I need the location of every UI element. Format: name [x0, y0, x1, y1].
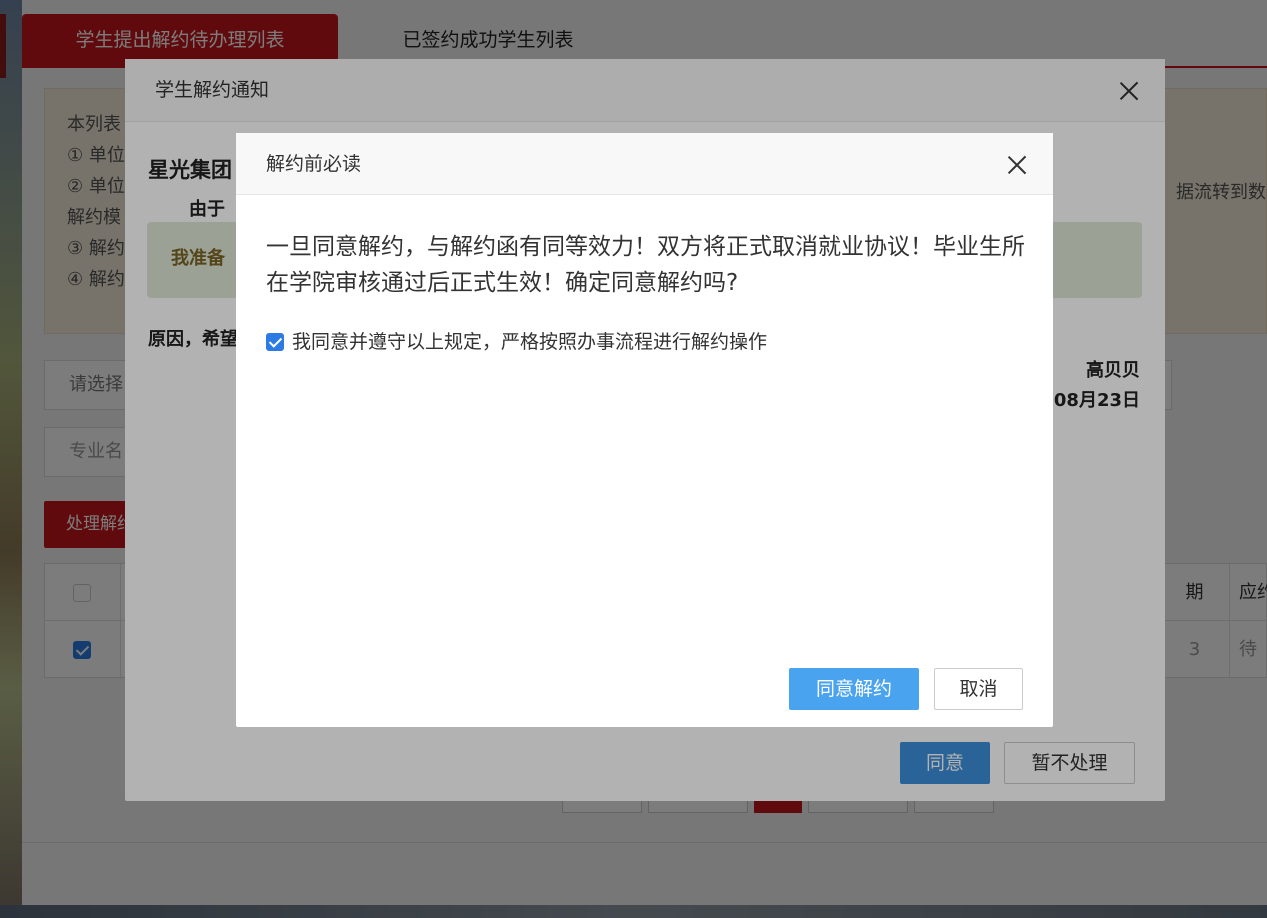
agreement-label[interactable]: 我同意并遵守以上规定，严格按照办事流程进行解约操作	[292, 329, 767, 355]
modal-header: 解约前必读	[236, 133, 1053, 195]
warning-text: 一旦同意解约，与解约函有同等效力！双方将正式取消就业协议！毕业生所在学院审核通过…	[266, 234, 1025, 296]
cancel-button[interactable]: 取消	[934, 668, 1023, 710]
agreement-checkbox[interactable]	[266, 333, 284, 351]
termination-confirm-modal: 解约前必读 一旦同意解约，与解约函有同等效力！双方将正式取消就业协议！毕业生所在…	[236, 133, 1053, 727]
modal-title: 解约前必读	[266, 153, 362, 175]
confirm-termination-button[interactable]: 同意解约	[789, 668, 919, 710]
close-icon[interactable]	[1005, 153, 1029, 177]
